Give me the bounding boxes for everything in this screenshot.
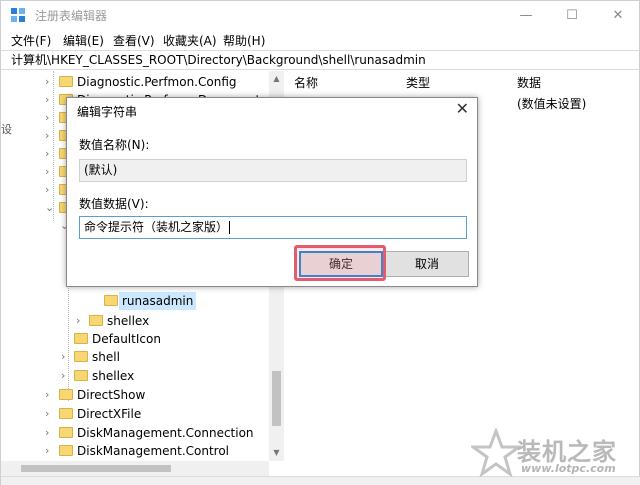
tree-item[interactable]: ›: [1, 127, 73, 145]
folder-icon: [59, 76, 73, 87]
folder-icon: [59, 408, 73, 419]
menu-view[interactable]: 查看(V): [113, 32, 155, 49]
tree-item[interactable]: ›: [1, 181, 73, 199]
tree-item[interactable]: DefaultIcon: [1, 330, 269, 348]
scroll-down-icon[interactable]: ▼: [269, 448, 284, 457]
column-data[interactable]: 数据: [517, 74, 541, 91]
folder-icon: [74, 333, 88, 344]
menu-help[interactable]: 帮助(H): [223, 32, 265, 49]
ok-highlight-annotation: [294, 245, 386, 281]
scroll-thumb[interactable]: [272, 371, 281, 426]
tree-item[interactable]: › DirectShow: [1, 386, 269, 404]
maximize-button[interactable]: ☐: [549, 1, 595, 30]
chevron-right-icon[interactable]: ›: [45, 386, 55, 404]
values-list-header: 名称 类型 数据: [288, 71, 640, 91]
menu-favorites[interactable]: 收藏夹(A): [163, 32, 217, 49]
chevron-right-icon[interactable]: ›: [45, 127, 55, 145]
scroll-up-icon[interactable]: ▲: [269, 74, 284, 83]
value-name-label: 数值名称(N):: [79, 138, 150, 152]
chevron-right-icon[interactable]: ›: [61, 367, 71, 385]
chevron-down-icon[interactable]: ⌄: [45, 199, 55, 217]
registry-editor-window: 注册表编辑器 — ☐ ✕ 文件(F) 编辑(E) 查看(V) 收藏夹(A) 帮助…: [0, 0, 640, 485]
tree-item[interactable]: › Diagnostic.Perfmon.Config: [1, 73, 269, 91]
menu-bar: 文件(F) 编辑(E) 查看(V) 收藏夹(A) 帮助(H): [1, 30, 639, 50]
registry-editor-icon: [11, 8, 26, 23]
menu-file[interactable]: 文件(F): [11, 32, 51, 49]
chevron-right-icon[interactable]: ›: [45, 405, 55, 423]
tree-item[interactable]: › DiskManagement.Control: [1, 442, 269, 460]
folder-icon: [59, 445, 73, 456]
chevron-right-icon[interactable]: ›: [45, 73, 55, 91]
watermark-url: www.lotpc.com: [521, 462, 616, 475]
column-type[interactable]: 类型: [406, 74, 430, 91]
chevron-right-icon[interactable]: ›: [45, 91, 55, 109]
value-data-text: 命令提示符（装机之家版）: [84, 220, 229, 234]
chevron-right-icon[interactable]: ›: [45, 181, 55, 199]
address-bar[interactable]: 计算机\HKEY_CLASSES_ROOT\Directory\Backgrou…: [1, 50, 640, 70]
tree-item[interactable]: › DirectXFile: [1, 405, 269, 423]
dialog-title: 编辑字符串: [77, 105, 138, 119]
scroll-thumb[interactable]: [21, 465, 171, 472]
folder-icon: [59, 389, 73, 400]
tree-item[interactable]: › shellex: [1, 367, 269, 385]
folder-icon: [104, 295, 118, 306]
chevron-right-icon[interactable]: ›: [45, 163, 55, 181]
tree-item-runasadmin[interactable]: runasadmin: [1, 292, 269, 310]
tree-item[interactable]: ⌄: [1, 199, 73, 217]
minimize-button[interactable]: —: [503, 1, 549, 30]
column-name[interactable]: 名称: [294, 74, 318, 91]
tree-item[interactable]: › DiskManagement.Connection: [1, 424, 269, 442]
tree-horizontal-scrollbar[interactable]: [1, 461, 269, 476]
tree-item[interactable]: ›: [1, 145, 73, 163]
dialog-close-icon[interactable]: ✕: [456, 99, 469, 118]
value-data-input[interactable]: 命令提示符（装机之家版）: [79, 216, 467, 239]
chevron-right-icon[interactable]: ›: [45, 424, 55, 442]
folder-icon: [89, 315, 103, 326]
chevron-right-icon[interactable]: ›: [76, 312, 86, 330]
tree-item[interactable]: › shell: [1, 348, 269, 366]
cancel-button[interactable]: 取消: [385, 251, 469, 277]
value-data: (数值未设置): [517, 97, 587, 111]
edit-string-dialog: 编辑字符串 ✕ 数值名称(N): (默认) 数值数据(V): 命令提示符（装机之…: [66, 97, 478, 287]
tree-item[interactable]: › shellex: [1, 312, 269, 330]
watermark: 装机之家 www.lotpc.com: [471, 428, 639, 484]
chevron-right-icon[interactable]: ›: [45, 109, 55, 127]
folder-icon: [74, 351, 88, 362]
tree-item[interactable]: ›: [1, 109, 73, 127]
value-name-field: (默认): [79, 159, 467, 182]
chevron-right-icon[interactable]: ›: [45, 442, 55, 460]
star-logo-icon: [471, 428, 521, 478]
title-bar: 注册表编辑器 — ☐ ✕: [1, 1, 639, 30]
close-button[interactable]: ✕: [595, 1, 640, 30]
window-title: 注册表编辑器: [35, 9, 108, 23]
folder-icon: [59, 427, 73, 438]
chevron-right-icon[interactable]: ›: [61, 348, 71, 366]
menu-edit[interactable]: 编辑(E): [63, 32, 104, 49]
folder-icon: [74, 370, 88, 381]
text-caret: [229, 221, 231, 234]
tree-item[interactable]: ›: [1, 163, 73, 181]
chevron-right-icon[interactable]: ›: [45, 145, 55, 163]
value-data-label: 数值数据(V):: [79, 197, 149, 211]
